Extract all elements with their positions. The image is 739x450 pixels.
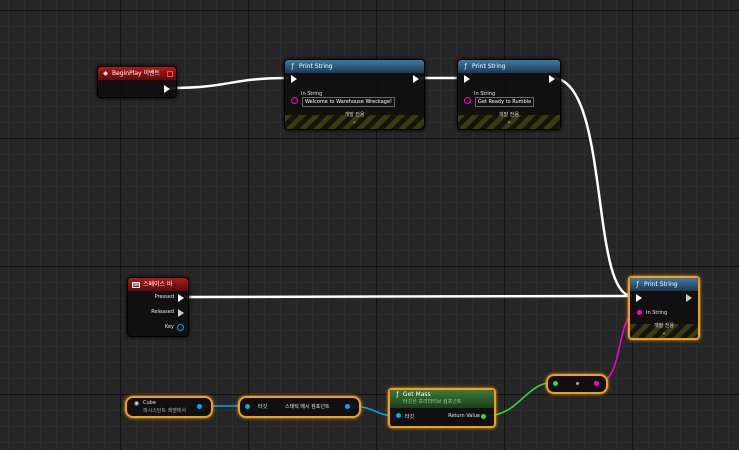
print-string-header: ƒ Print String bbox=[458, 60, 560, 73]
print-string-node-2[interactable]: ƒ Print String In String Get Ready to Ru… bbox=[457, 59, 561, 130]
return-value-pin[interactable] bbox=[481, 414, 486, 419]
get-mass-title: Get Mass bbox=[402, 391, 431, 398]
exec-out-pin[interactable] bbox=[549, 75, 555, 83]
beginplay-header: ◆ BeginPlay 이벤트 bbox=[98, 67, 176, 80]
cube-reference-node[interactable]: ◉ Cube 퍼시스턴트 레벨에서 bbox=[125, 396, 213, 418]
component-label: 스태틱 메시 컴포넌트 bbox=[285, 404, 330, 410]
get-mass-subtitle: 타깃은 프리미티브 컴포넌트 bbox=[403, 399, 462, 405]
dev-only-label: 개발 전용 bbox=[344, 112, 365, 118]
exec-out-pin[interactable] bbox=[164, 85, 170, 93]
exec-wire bbox=[169, 76, 289, 90]
spacebar-header: ⌨ 스페이스 바 bbox=[128, 278, 188, 291]
cube-title: Cube bbox=[143, 400, 156, 406]
function-icon: ƒ bbox=[464, 63, 467, 70]
in-string-value-input[interactable]: Get Ready to Rumble bbox=[475, 97, 535, 107]
event-icon: ◆ bbox=[103, 70, 108, 77]
exec-wire bbox=[552, 76, 633, 298]
cube-subtitle: 퍼시스턴트 레벨에서 bbox=[143, 408, 186, 414]
print-string-header: ƒ Print String bbox=[630, 278, 698, 291]
target-in-pin[interactable] bbox=[245, 404, 250, 409]
in-string-label: In String bbox=[646, 310, 668, 316]
function-icon: ƒ bbox=[396, 391, 399, 398]
delegate-icon bbox=[167, 70, 174, 77]
get-mass-node[interactable]: ƒ Get Mass 타깃은 프리미티브 컴포넌트 타깃 Return Valu… bbox=[388, 388, 496, 428]
return-value-label: Return Value bbox=[448, 413, 480, 419]
target-in-pin[interactable] bbox=[396, 413, 401, 418]
expand-chevron-icon[interactable]: ⌄ bbox=[285, 118, 424, 125]
function-icon: ƒ bbox=[636, 281, 639, 288]
cube-icon: ◉ bbox=[133, 400, 140, 407]
key-label: Key bbox=[164, 324, 174, 330]
beginplay-title: BeginPlay 이벤트 bbox=[112, 70, 161, 77]
pressed-exec-pin[interactable] bbox=[178, 294, 184, 302]
spacebar-title: 스페이스 바 bbox=[143, 281, 173, 288]
spacebar-input-node[interactable]: ⌨ 스페이스 바 Pressed Released Key bbox=[127, 277, 189, 337]
float-to-string-conversion-node[interactable] bbox=[546, 374, 608, 394]
print-string-title: Print String bbox=[299, 63, 333, 70]
in-string-pin[interactable] bbox=[637, 310, 642, 315]
in-string-pin[interactable] bbox=[291, 97, 298, 104]
released-exec-pin[interactable] bbox=[178, 309, 184, 317]
exec-in-pin[interactable] bbox=[291, 75, 297, 83]
float-in-pin[interactable] bbox=[553, 381, 558, 386]
conversion-dot-icon bbox=[576, 382, 579, 385]
exec-out-pin[interactable] bbox=[413, 75, 419, 83]
print-string-header: ƒ Print String bbox=[285, 60, 424, 73]
exec-in-pin[interactable] bbox=[464, 75, 470, 83]
exec-out-pin[interactable] bbox=[686, 294, 692, 302]
string-out-pin[interactable] bbox=[594, 381, 599, 386]
component-out-pin[interactable] bbox=[345, 404, 350, 409]
get-mass-header: ƒ Get Mass 타깃은 프리미티브 컴포넌트 bbox=[390, 390, 494, 408]
key-pin[interactable] bbox=[177, 324, 184, 331]
dev-only-label: 개발 전용 bbox=[499, 112, 519, 118]
print-string-node-3[interactable]: ƒ Print String In String 개발 전용 ⌄ bbox=[628, 276, 700, 340]
print-string-title: Print String bbox=[472, 63, 506, 70]
target-label: 타깃 bbox=[258, 404, 268, 410]
function-icon: ƒ bbox=[291, 63, 294, 70]
keyboard-icon: ⌨ bbox=[132, 281, 140, 288]
exec-in-pin[interactable] bbox=[636, 294, 642, 302]
dev-only-label: 개발 전용 bbox=[654, 323, 674, 329]
in-string-value-input[interactable]: Welcome to Warehouse Wreckage! bbox=[302, 97, 396, 107]
expand-chevron-icon[interactable]: ⌄ bbox=[458, 118, 560, 125]
print-string-node-1[interactable]: ƒ Print String In String Welcome to Ware… bbox=[284, 59, 425, 130]
released-label: Released bbox=[151, 309, 174, 315]
pressed-label: Pressed bbox=[154, 294, 174, 300]
beginplay-event-node[interactable]: ◆ BeginPlay 이벤트 bbox=[97, 66, 177, 98]
in-string-pin[interactable] bbox=[464, 97, 471, 104]
target-label: 타깃 bbox=[405, 414, 415, 420]
exec-wire bbox=[184, 294, 633, 299]
print-string-title: Print String bbox=[644, 281, 678, 288]
cube-out-pin[interactable] bbox=[197, 404, 202, 409]
expand-chevron-icon[interactable]: ⌄ bbox=[630, 329, 698, 336]
static-mesh-getter-node[interactable]: 타깃 스태틱 메시 컴포넌트 bbox=[238, 396, 361, 418]
